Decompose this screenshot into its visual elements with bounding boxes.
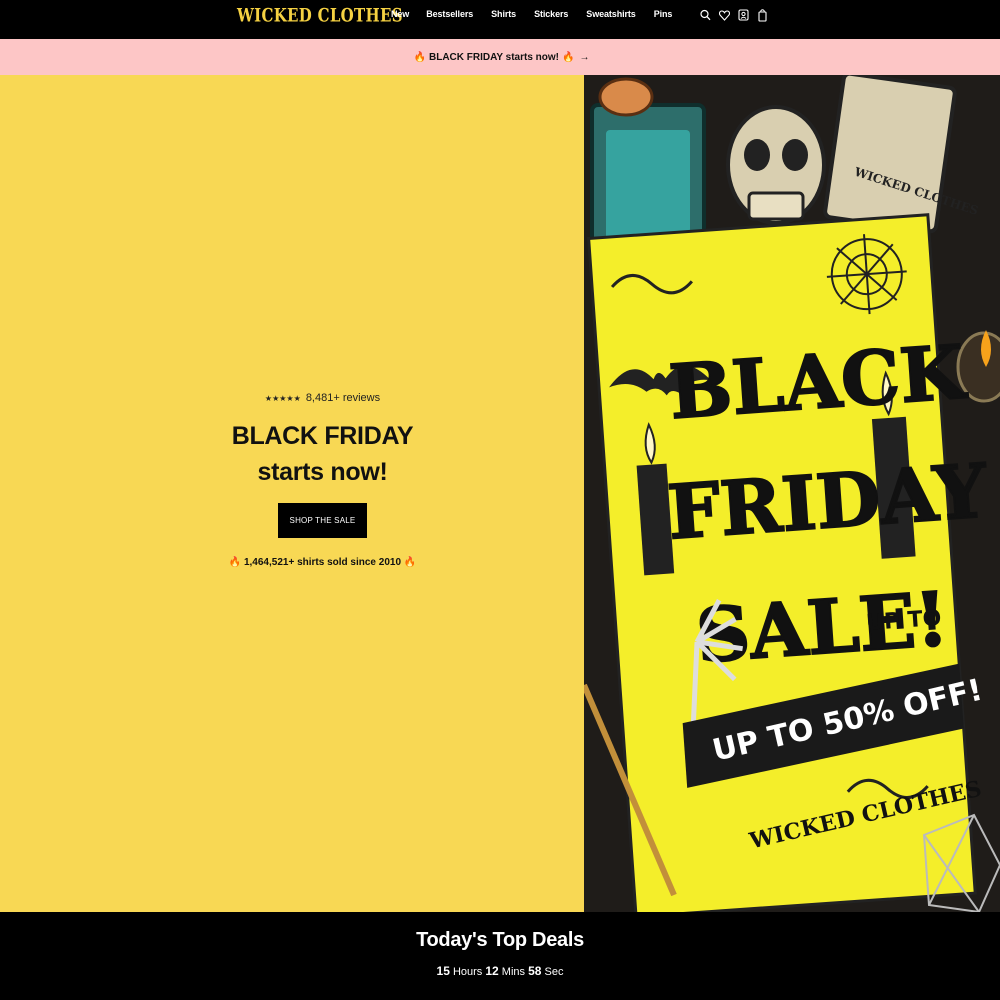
arrow-right-icon: → <box>579 51 590 63</box>
nav-new[interactable]: New <box>391 9 409 19</box>
announcement-bar[interactable]: 🔥 BLACK FRIDAY starts now! 🔥 → <box>0 39 1000 75</box>
reviews-count: 8,481+ reviews <box>305 392 381 404</box>
top-deals-section: Today's Top Deals 15 Hours 12 Mins 58 Se… <box>0 912 1000 1000</box>
site-logo[interactable]: WICKED CLOTHES <box>237 4 403 27</box>
timer-secs-label: Sec <box>544 966 564 978</box>
header-icons <box>700 8 768 22</box>
fire-icon: 🔥 <box>562 51 575 63</box>
reviews-summary: ★★★★★ 8,481+ reviews <box>0 392 645 404</box>
cart-icon[interactable] <box>757 8 768 22</box>
timer-secs: 58 <box>528 964 542 978</box>
search-icon[interactable] <box>700 8 711 22</box>
headline-line-1: BLACK FRIDAY <box>231 422 414 450</box>
account-icon[interactable] <box>738 8 749 22</box>
nav-bestsellers[interactable]: Bestsellers <box>426 9 473 19</box>
fire-icon: 🔥 <box>413 51 426 63</box>
heart-icon[interactable] <box>718 8 731 22</box>
hero-content: ★★★★★ 8,481+ reviews BLACK FRIDAY starts… <box>0 392 645 568</box>
svg-text:UP TO: UP TO <box>865 606 942 636</box>
main-nav: New Bestsellers Shirts Stickers Sweatshi… <box>391 9 690 19</box>
countdown-timer: 15 Hours 12 Mins 58 Sec <box>0 964 1000 978</box>
timer-mins: 12 <box>485 964 499 978</box>
timer-hours-label: Hours <box>452 966 483 978</box>
skull-icon <box>726 105 826 225</box>
shop-the-sale-button[interactable]: SHOP THE SALE <box>277 502 368 538</box>
headline-line-2: starts now! <box>257 458 388 487</box>
nav-stickers[interactable]: Stickers <box>534 9 568 19</box>
black-friday-poster-illustration: WICKED CLOTHES BLACK FRIDAY SALE! UP TO … <box>584 75 1000 912</box>
fire-icon: 🔥 <box>228 556 242 568</box>
timer-hours: 15 <box>436 964 450 978</box>
shirts-sold-counter: 🔥 1,464,521+ shirts sold since 2010 🔥 <box>0 557 645 568</box>
shirts-sold-text: 1,464,521+ shirts sold since 2010 <box>243 556 402 568</box>
timer-mins-label: Mins <box>501 966 526 978</box>
nav-shirts[interactable]: Shirts <box>491 9 516 19</box>
hero-image: WICKED CLOTHES BLACK FRIDAY SALE! UP TO … <box>584 75 1000 912</box>
nav-sweatshirts[interactable]: Sweatshirts <box>586 9 636 19</box>
nav-pins[interactable]: Pins <box>654 9 673 19</box>
top-deals-title: Today's Top Deals <box>416 929 584 951</box>
site-header: WICKED CLOTHES New Bestsellers Shirts St… <box>0 0 1000 39</box>
star-rating-icon: ★★★★★ <box>264 394 301 403</box>
announcement-text: BLACK FRIDAY starts now! <box>428 51 559 63</box>
fire-icon: 🔥 <box>403 556 417 568</box>
hero-headline: BLACK FRIDAY starts now! <box>0 418 645 491</box>
